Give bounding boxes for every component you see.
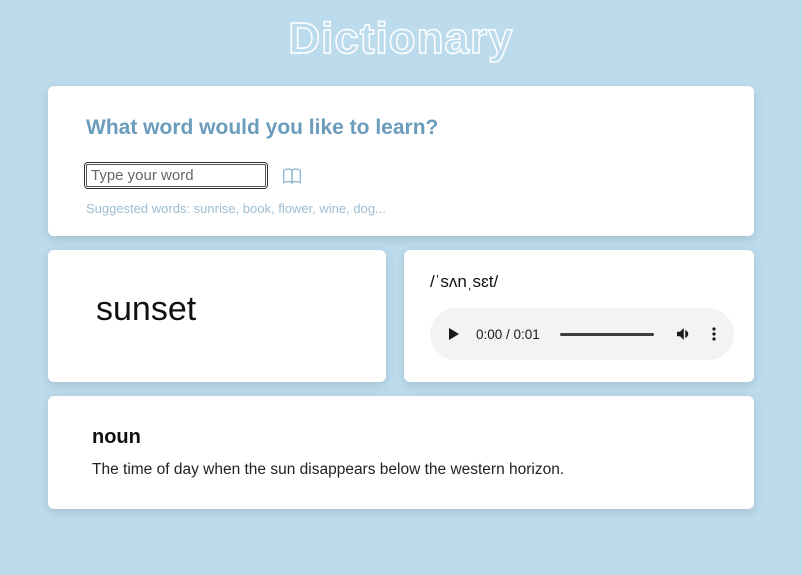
result-word: sunset xyxy=(96,290,338,329)
search-prompt: What word would you like to learn? xyxy=(86,116,716,140)
suggested-words: Suggested words: sunrise, book, flower, … xyxy=(86,201,716,216)
kebab-menu-icon[interactable] xyxy=(706,326,722,342)
book-icon[interactable] xyxy=(282,167,302,185)
definition-text: The time of day when the sun disappears … xyxy=(92,461,710,479)
app-title: Dictionary xyxy=(48,0,754,86)
audio-time: 0:00 / 0:01 xyxy=(476,327,540,342)
definition-card: noun The time of day when the sun disapp… xyxy=(48,396,754,509)
play-icon[interactable] xyxy=(446,326,462,342)
search-card: What word would you like to learn? Sugge… xyxy=(48,86,754,236)
part-of-speech: noun xyxy=(92,426,710,449)
phonetic-text: /ˈsʌnˌsɛt/ xyxy=(430,272,734,292)
search-input[interactable] xyxy=(86,164,266,187)
audio-card: /ˈsʌnˌsɛt/ 0:00 / 0:01 xyxy=(404,250,754,382)
volume-icon[interactable] xyxy=(674,325,692,343)
word-card: sunset xyxy=(48,250,386,382)
audio-track[interactable] xyxy=(560,333,654,336)
audio-player: 0:00 / 0:01 xyxy=(430,308,734,360)
